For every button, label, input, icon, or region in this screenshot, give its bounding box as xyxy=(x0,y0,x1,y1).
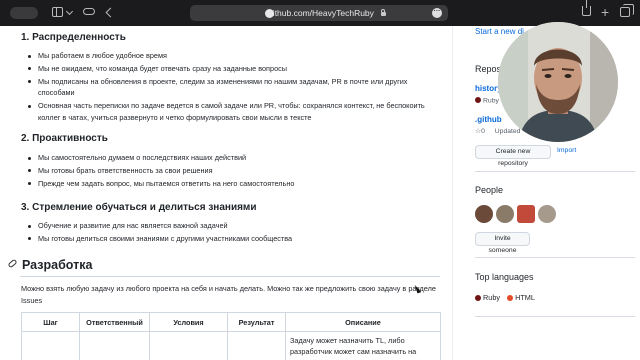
share-icon[interactable] xyxy=(582,0,591,16)
language-ruby[interactable]: Ruby xyxy=(483,293,500,302)
list-item: Основная часть переписки по задаче ведет… xyxy=(28,100,438,123)
invite-someone-button[interactable]: Invite someone xyxy=(475,232,530,254)
list-item: Мы готовы делиться своими знаниями с дру… xyxy=(28,233,438,245)
list-distributed: Мы работаем в любое удобное время Мы не … xyxy=(28,50,438,125)
repo-meta: ☆0 Updated xyxy=(475,127,520,135)
section-title-distributed: 1. Распределенность xyxy=(21,32,126,43)
back-arrow-icon[interactable] xyxy=(105,7,116,18)
address-bar[interactable]: github.com/HeavyTechRuby ··· xyxy=(190,5,448,21)
table-header-responsible: Ответственный xyxy=(79,312,150,332)
html-color-dot xyxy=(507,294,514,301)
webcam-overlay xyxy=(498,22,618,142)
url-text: github.com/HeavyTechRuby xyxy=(268,8,374,18)
divider xyxy=(475,171,635,172)
list-item: Обучение и развитие для нас является важ… xyxy=(28,220,438,232)
avatar[interactable] xyxy=(496,205,514,223)
tab-overview-icon[interactable] xyxy=(620,4,634,17)
list-item: Мы готовы брать ответственность за свои … xyxy=(28,165,438,177)
browser-toolbar: github.com/HeavyTechRuby ··· + xyxy=(0,0,640,26)
list-item: Мы самостоятельно думаем о последствиях … xyxy=(28,152,438,164)
repo-stars: 0 xyxy=(481,128,485,135)
new-tab-icon[interactable]: + xyxy=(601,5,609,19)
heading-divider xyxy=(20,276,440,277)
divider xyxy=(475,257,635,258)
ruby-color-dot xyxy=(475,294,481,301)
icloud-tabs-icon[interactable] xyxy=(83,8,95,15)
table-cell-description: Задачу может назначить TL, либо разработ… xyxy=(285,331,441,360)
list-item: Прежде чем задать вопрос, мы пытаемся от… xyxy=(28,178,438,190)
list-item: Мы подписаны на обновления в проекте, сл… xyxy=(28,76,438,99)
repo-link-github[interactable]: .github xyxy=(475,115,502,124)
create-repository-button[interactable]: Create new repository xyxy=(475,145,551,167)
ruby-color-dot xyxy=(475,97,481,103)
window-controls[interactable] xyxy=(10,7,38,19)
section-title-learning: 3. Стремление обучаться и делиться знани… xyxy=(21,202,257,213)
table-row: Задачу может назначить TL, либо разработ… xyxy=(21,331,441,360)
github-favicon-icon xyxy=(265,8,274,18)
table-cell xyxy=(79,331,150,360)
repo-language: Ruby xyxy=(475,97,499,105)
chevron-down-icon[interactable] xyxy=(65,7,74,16)
anchor-link-icon[interactable] xyxy=(7,258,18,269)
section-heading-development: Разработка xyxy=(22,258,93,272)
table-cell xyxy=(21,331,80,360)
table-header-result: Результат xyxy=(227,312,286,332)
list-item: Мы не ожидаем, что команда будет отвечат… xyxy=(28,63,438,75)
readme-content: 1. Распределенность Мы работаем в любое … xyxy=(0,26,452,360)
people-title: People xyxy=(475,185,504,195)
avatar[interactable] xyxy=(517,205,535,223)
list-item: Мы работаем в любое удобное время xyxy=(28,50,438,62)
table-cell xyxy=(227,331,286,360)
table-header-conditions: Условия xyxy=(149,312,228,332)
top-languages-title: Top languages xyxy=(475,272,534,282)
lock-icon xyxy=(380,9,386,16)
section-title-proactivity: 2. Проактивность xyxy=(21,133,108,144)
language-list: Ruby HTML xyxy=(475,293,535,302)
avatar[interactable] xyxy=(538,205,556,223)
development-paragraph: Можно взять любую задачу из любого проек… xyxy=(21,284,436,305)
language-html[interactable]: HTML xyxy=(515,293,535,302)
import-link[interactable]: Import xyxy=(557,147,576,154)
sidebar-toggle-icon[interactable] xyxy=(52,7,63,17)
list-proactivity: Мы самостоятельно думаем о последствиях … xyxy=(28,152,438,191)
workflow-table: Шаг Ответственный Условия Результат Опис… xyxy=(21,312,441,360)
repo-updated: Updated xyxy=(494,128,521,135)
list-learning: Обучение и развитие для нас является важ… xyxy=(28,220,438,246)
repo-language-label: Ruby xyxy=(483,97,499,105)
table-header-row: Шаг Ответственный Условия Результат Опис… xyxy=(21,312,441,332)
presenter-portrait xyxy=(498,22,618,142)
divider xyxy=(475,316,635,317)
table-header-step: Шаг xyxy=(21,312,80,332)
table-header-description: Описание xyxy=(285,312,441,332)
more-options-icon[interactable]: ··· xyxy=(432,8,442,18)
table-cell xyxy=(149,331,228,360)
start-discussion-link[interactable]: Start a new di xyxy=(475,27,524,36)
avatar[interactable] xyxy=(475,205,493,223)
